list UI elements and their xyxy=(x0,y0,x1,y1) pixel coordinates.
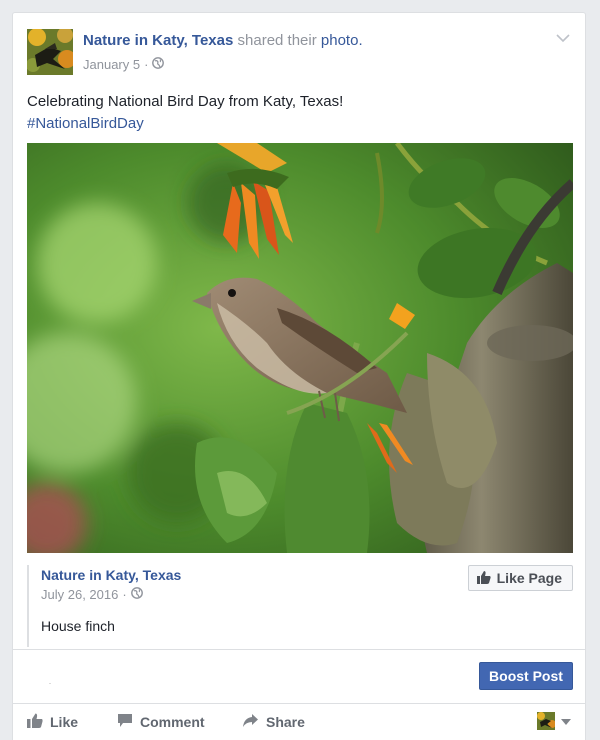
post-card: Nature in Katy, Texas shared their photo… xyxy=(12,12,586,740)
like-button[interactable]: Like xyxy=(27,713,78,731)
like-page-label: Like Page xyxy=(496,570,562,586)
thumbs-up-icon xyxy=(27,713,43,731)
share-arrow-icon xyxy=(242,713,259,731)
post-header-title: Nature in Katy, Texas shared their photo… xyxy=(83,32,363,49)
post-actions: Like Comment Share xyxy=(13,706,585,736)
comment-button[interactable]: Comment xyxy=(117,713,205,731)
post-caption: Celebrating National Bird Day from Katy,… xyxy=(27,91,343,135)
post-meta: January 5 · xyxy=(83,57,165,72)
like-page-button[interactable]: Like Page xyxy=(467,565,573,591)
speech-bubble-icon xyxy=(117,713,133,731)
shared-post: Nature in Katy, Texas July 26, 2016 · Ho… xyxy=(27,565,573,647)
shared-post-meta: July 26, 2016 · xyxy=(41,587,143,602)
globe-icon[interactable] xyxy=(130,587,143,602)
shared-page-name-link[interactable]: Nature in Katy, Texas xyxy=(41,567,181,583)
like-label: Like xyxy=(50,714,79,730)
actions-divider xyxy=(13,703,585,704)
boost-divider xyxy=(13,649,585,650)
page-avatar[interactable] xyxy=(27,29,73,75)
post-photo[interactable] xyxy=(27,143,573,553)
hashtag-link[interactable]: #NationalBirdDay xyxy=(27,113,343,135)
meta-separator: · xyxy=(144,57,149,72)
post-header: Nature in Katy, Texas shared their photo… xyxy=(27,29,571,79)
comment-label: Comment xyxy=(140,714,205,730)
shared-post-divider xyxy=(27,565,29,647)
caret-down-icon xyxy=(561,712,571,730)
chevron-down-icon[interactable] xyxy=(555,31,571,45)
shared-text: shared their xyxy=(237,32,317,49)
share-button[interactable]: Share xyxy=(242,713,305,731)
shared-post-date[interactable]: July 26, 2016 xyxy=(41,587,118,602)
share-label: Share xyxy=(266,714,305,730)
globe-icon[interactable] xyxy=(152,57,165,72)
post-date[interactable]: January 5 xyxy=(83,57,140,72)
photo-link[interactable]: photo. xyxy=(321,32,363,49)
caption-text: Celebrating National Bird Day from Katy,… xyxy=(27,93,344,110)
boost-post-button[interactable]: Boost Post xyxy=(479,662,573,690)
meta-separator: · xyxy=(122,587,127,602)
divider-dot xyxy=(49,683,51,684)
audience-selector[interactable] xyxy=(537,712,571,730)
page-name-link[interactable]: Nature in Katy, Texas xyxy=(83,32,233,49)
mini-avatar xyxy=(537,712,555,730)
thumbs-up-icon xyxy=(476,570,491,587)
shared-post-description: House finch xyxy=(41,618,115,634)
